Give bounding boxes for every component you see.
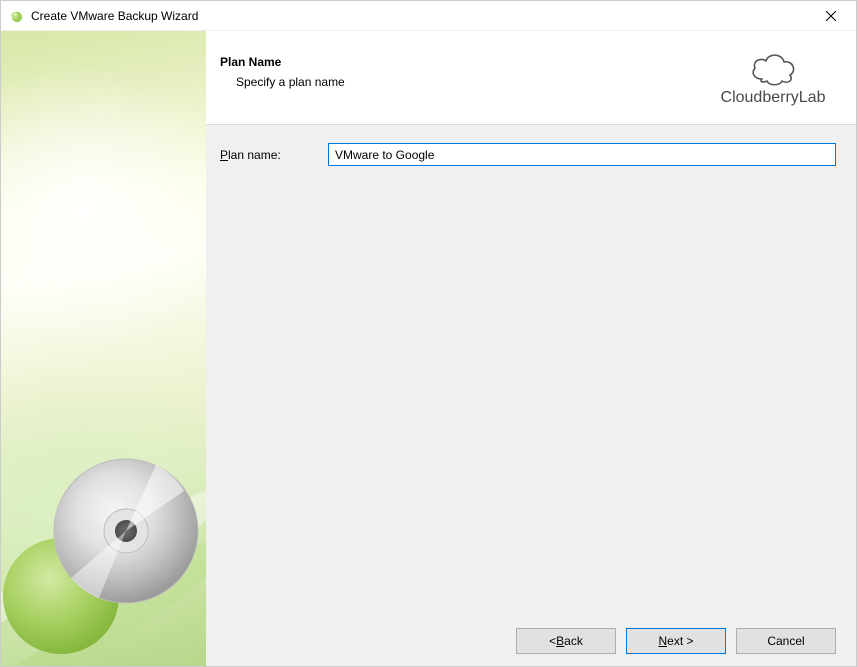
plan-name-label: Plan name: [220, 148, 310, 162]
cloud-icon [745, 49, 801, 87]
disc-icon [1, 436, 206, 656]
page-title: Plan Name [220, 55, 708, 69]
cancel-button[interactable]: Cancel [736, 628, 836, 654]
wizard-footer: < Back Next > Cancel [220, 616, 836, 654]
content-column: Plan Name Specify a plan name Cloudberry… [206, 31, 856, 666]
next-button[interactable]: Next > [626, 628, 726, 654]
plan-name-row: Plan name: [220, 143, 836, 166]
page-subtitle: Specify a plan name [236, 75, 708, 89]
form-area: Plan name: < Back Next > Cancel [206, 125, 856, 666]
close-button[interactable] [810, 2, 852, 30]
wizard-header: Plan Name Specify a plan name Cloudberry… [206, 31, 856, 125]
brand-text: CloudberryLab [721, 89, 826, 107]
back-button[interactable]: < Back [516, 628, 616, 654]
title-bar: Create VMware Backup Wizard [1, 1, 856, 31]
window-title: Create VMware Backup Wizard [31, 9, 810, 23]
app-icon [9, 8, 25, 24]
wizard-body: Plan Name Specify a plan name Cloudberry… [1, 31, 856, 666]
plan-name-input[interactable] [328, 143, 836, 166]
sidebar-decoration [1, 31, 206, 666]
brand-logo: CloudberryLab [708, 49, 838, 107]
